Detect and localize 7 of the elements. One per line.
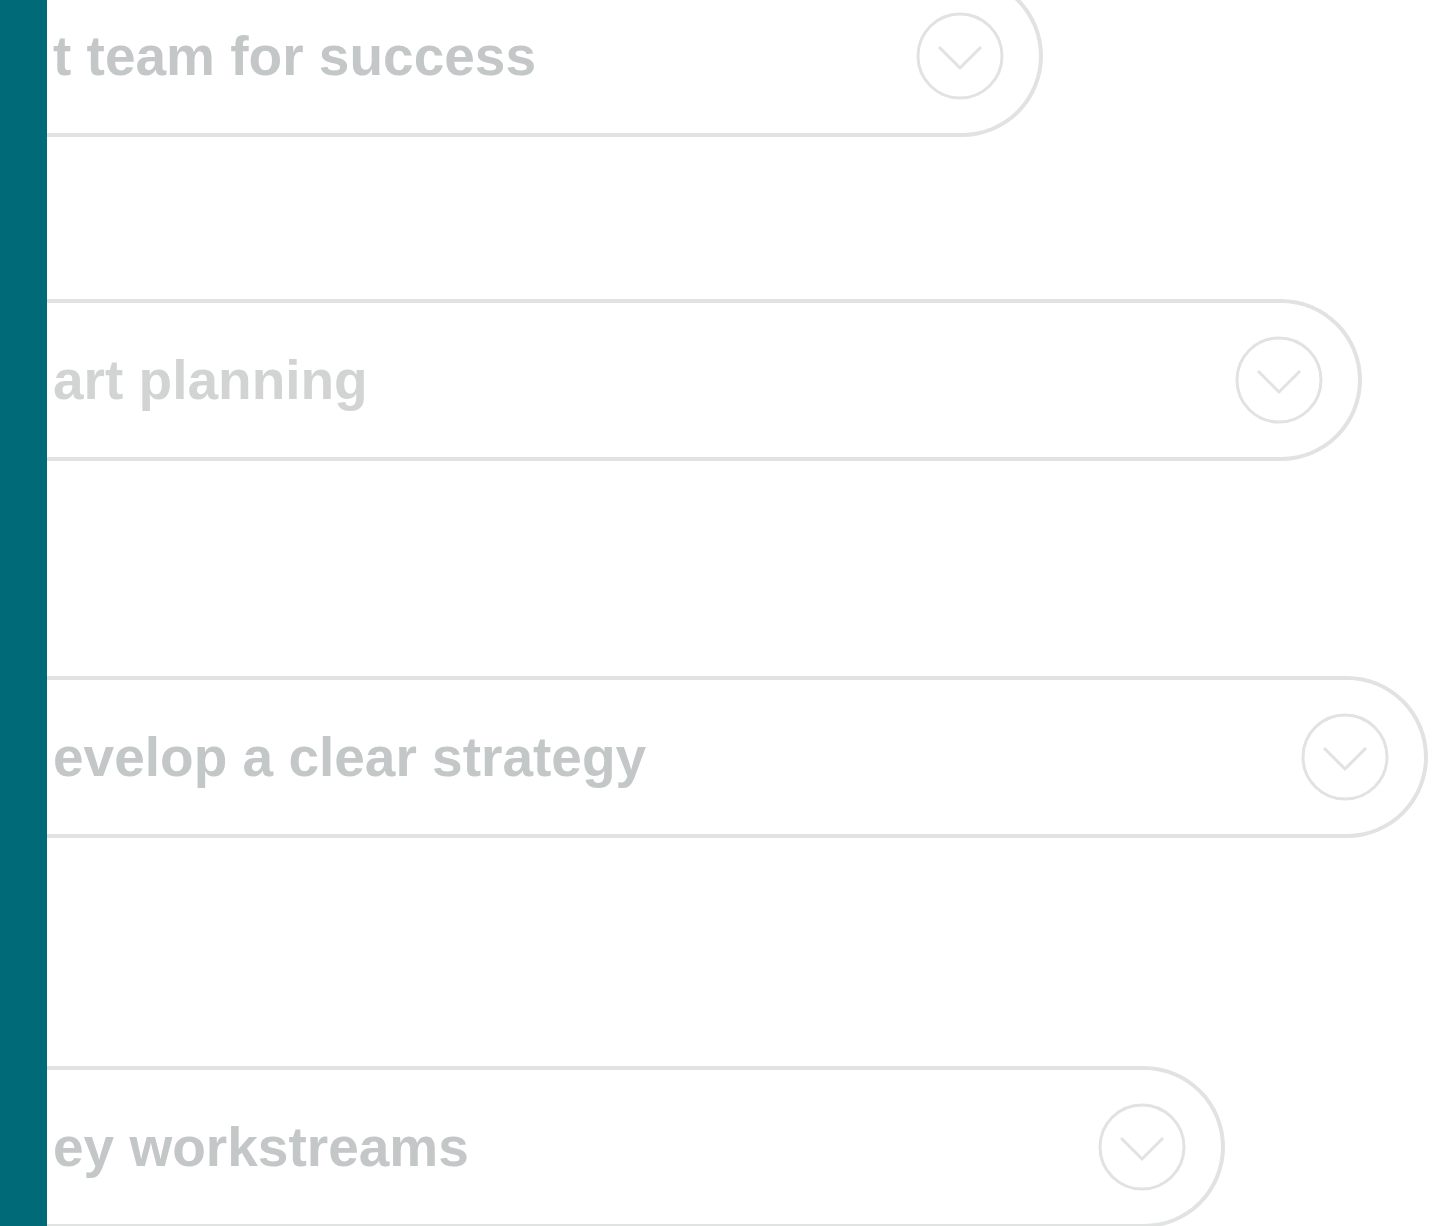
- accordion-header[interactable]: t team for success: [47, 0, 1043, 137]
- chevron-circle-icon[interactable]: [1097, 1102, 1187, 1192]
- chevron-circle-icon[interactable]: [1234, 335, 1324, 425]
- accordion-header[interactable]: ey workstreams: [47, 1066, 1225, 1226]
- chevron-circle-icon[interactable]: [915, 11, 1005, 101]
- accordion-header[interactable]: evelop a clear strategy: [47, 676, 1428, 838]
- chevron-circle-icon[interactable]: [1300, 712, 1390, 802]
